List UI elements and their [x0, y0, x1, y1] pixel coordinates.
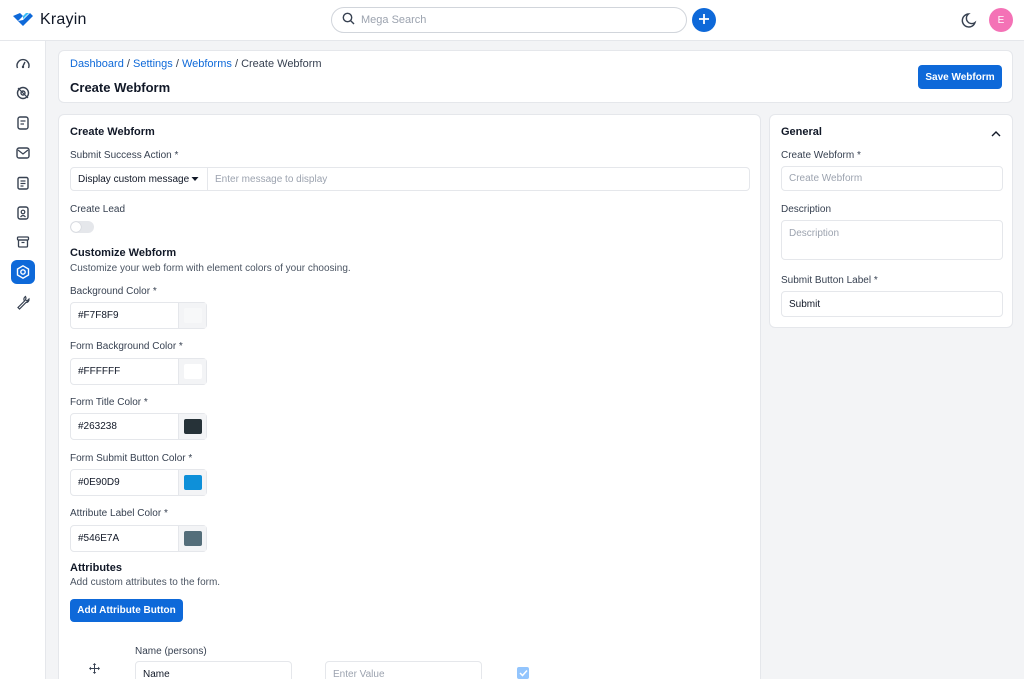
plus-icon — [698, 13, 710, 28]
dashboard-icon[interactable] — [11, 52, 35, 76]
attribute-field-label: Name (persons) — [135, 646, 207, 657]
contacts-icon[interactable] — [11, 201, 35, 225]
leads-icon[interactable] — [11, 81, 35, 105]
mail-icon[interactable] — [11, 141, 35, 165]
avatar-initial: E — [997, 14, 1005, 26]
breadcrumb: Dashboard / Settings / Webforms / Create… — [70, 58, 322, 70]
attribute-required-checkbox[interactable] — [517, 667, 529, 679]
webform-name-input[interactable]: Create Webform — [781, 166, 1003, 191]
search-icon — [342, 12, 355, 28]
krayin-logo-icon — [12, 12, 34, 28]
color-value: #546E7A — [78, 533, 120, 544]
color-label: Form Title Color * — [70, 397, 148, 408]
attributes-subtitle: Add custom attributes to the form. — [70, 577, 221, 588]
breadcrumb-separator: / — [175, 58, 179, 70]
color-swatch-button[interactable] — [178, 470, 206, 495]
sidebar — [0, 41, 46, 679]
color-field[interactable]: #FFFFFF — [70, 358, 207, 385]
color-swatch-button[interactable] — [178, 526, 206, 551]
add-attribute-button[interactable]: Add Attribute Button — [70, 599, 183, 622]
logo[interactable]: Krayin — [12, 11, 87, 29]
quotes-icon[interactable] — [11, 111, 35, 135]
color-swatch-button[interactable] — [178, 359, 206, 384]
color-swatch-button[interactable] — [178, 414, 206, 439]
breadcrumb-dashboard[interactable]: Dashboard — [70, 58, 124, 70]
breadcrumb-webforms[interactable]: Webforms — [182, 58, 232, 70]
attribute-value-input[interactable]: Enter Value — [325, 661, 482, 679]
form-section-title: Create Webform — [70, 126, 155, 138]
color-swatch — [183, 475, 202, 490]
color-value: #0E90D9 — [78, 477, 120, 488]
customize-subtitle: Customize your web form with element col… — [70, 263, 351, 274]
caret-down-icon — [191, 174, 199, 185]
color-swatch-button[interactable] — [178, 303, 206, 328]
check-icon — [518, 666, 528, 679]
breadcrumb-current: Create Webform — [241, 58, 322, 70]
color-value: #F7F8F9 — [78, 310, 119, 321]
description-label: Description — [781, 204, 832, 215]
breadcrumb-separator: / — [126, 58, 130, 70]
submit-action-select[interactable]: Display custom message — [70, 167, 208, 191]
submit-action-value: Display custom message — [78, 173, 190, 185]
color-field[interactable]: #F7F8F9 — [70, 302, 207, 329]
color-value: #263238 — [78, 421, 117, 432]
attributes-title: Attributes — [70, 562, 122, 574]
webform-name-label: Create Webform * — [781, 150, 861, 161]
general-title: General — [781, 126, 822, 138]
submit-action-label: Submit Success Action * — [70, 150, 179, 161]
brand-name: Krayin — [40, 11, 87, 28]
search-placeholder: Mega Search — [361, 14, 427, 26]
breadcrumb-settings[interactable]: Settings — [133, 58, 173, 70]
general-card: General Create Webform * Create Webform … — [769, 114, 1013, 328]
color-swatch — [183, 308, 202, 323]
create-lead-toggle[interactable] — [70, 221, 94, 233]
color-swatch — [183, 419, 202, 434]
color-label: Form Submit Button Color * — [70, 453, 193, 464]
color-field[interactable]: #263238 — [70, 413, 207, 440]
search-input[interactable]: Mega Search — [331, 7, 687, 33]
avatar[interactable]: E — [989, 8, 1013, 32]
submit-button-label: Submit Button Label * — [781, 275, 878, 286]
save-webform-button[interactable]: Save Webform — [918, 65, 1002, 89]
quick-create-button[interactable] — [692, 8, 716, 32]
page-header: Dashboard / Settings / Webforms / Create… — [58, 50, 1013, 103]
color-field[interactable]: #0E90D9 — [70, 469, 207, 496]
color-value: #FFFFFF — [78, 366, 121, 377]
message-input[interactable]: Enter message to display — [207, 167, 750, 191]
customize-title: Customize Webform — [70, 247, 177, 259]
description-textarea[interactable]: Description — [781, 220, 1003, 260]
color-swatch — [183, 364, 202, 379]
color-label: Attribute Label Color * — [70, 508, 168, 519]
color-label: Form Background Color * — [70, 341, 183, 352]
submit-button-input[interactable]: Submit — [781, 291, 1003, 317]
settings-icon[interactable] — [11, 260, 35, 284]
color-label: Background Color * — [70, 286, 157, 297]
top-bar: Krayin Mega Search E — [0, 0, 1024, 41]
color-field[interactable]: #546E7A — [70, 525, 207, 552]
drag-handle-icon[interactable] — [89, 663, 100, 677]
moon-icon[interactable] — [961, 11, 979, 29]
color-swatch — [183, 531, 202, 546]
activities-icon[interactable] — [11, 171, 35, 195]
page-title: Create Webform — [70, 80, 171, 95]
products-icon[interactable] — [11, 230, 35, 254]
breadcrumb-separator: / — [234, 58, 238, 70]
create-lead-label: Create Lead — [70, 204, 126, 215]
attribute-name-input[interactable]: Name — [135, 661, 292, 679]
chevron-up-icon[interactable] — [991, 127, 1001, 141]
configuration-icon[interactable] — [11, 290, 35, 314]
webform-form-card: Create Webform Submit Success Action * D… — [58, 114, 761, 679]
